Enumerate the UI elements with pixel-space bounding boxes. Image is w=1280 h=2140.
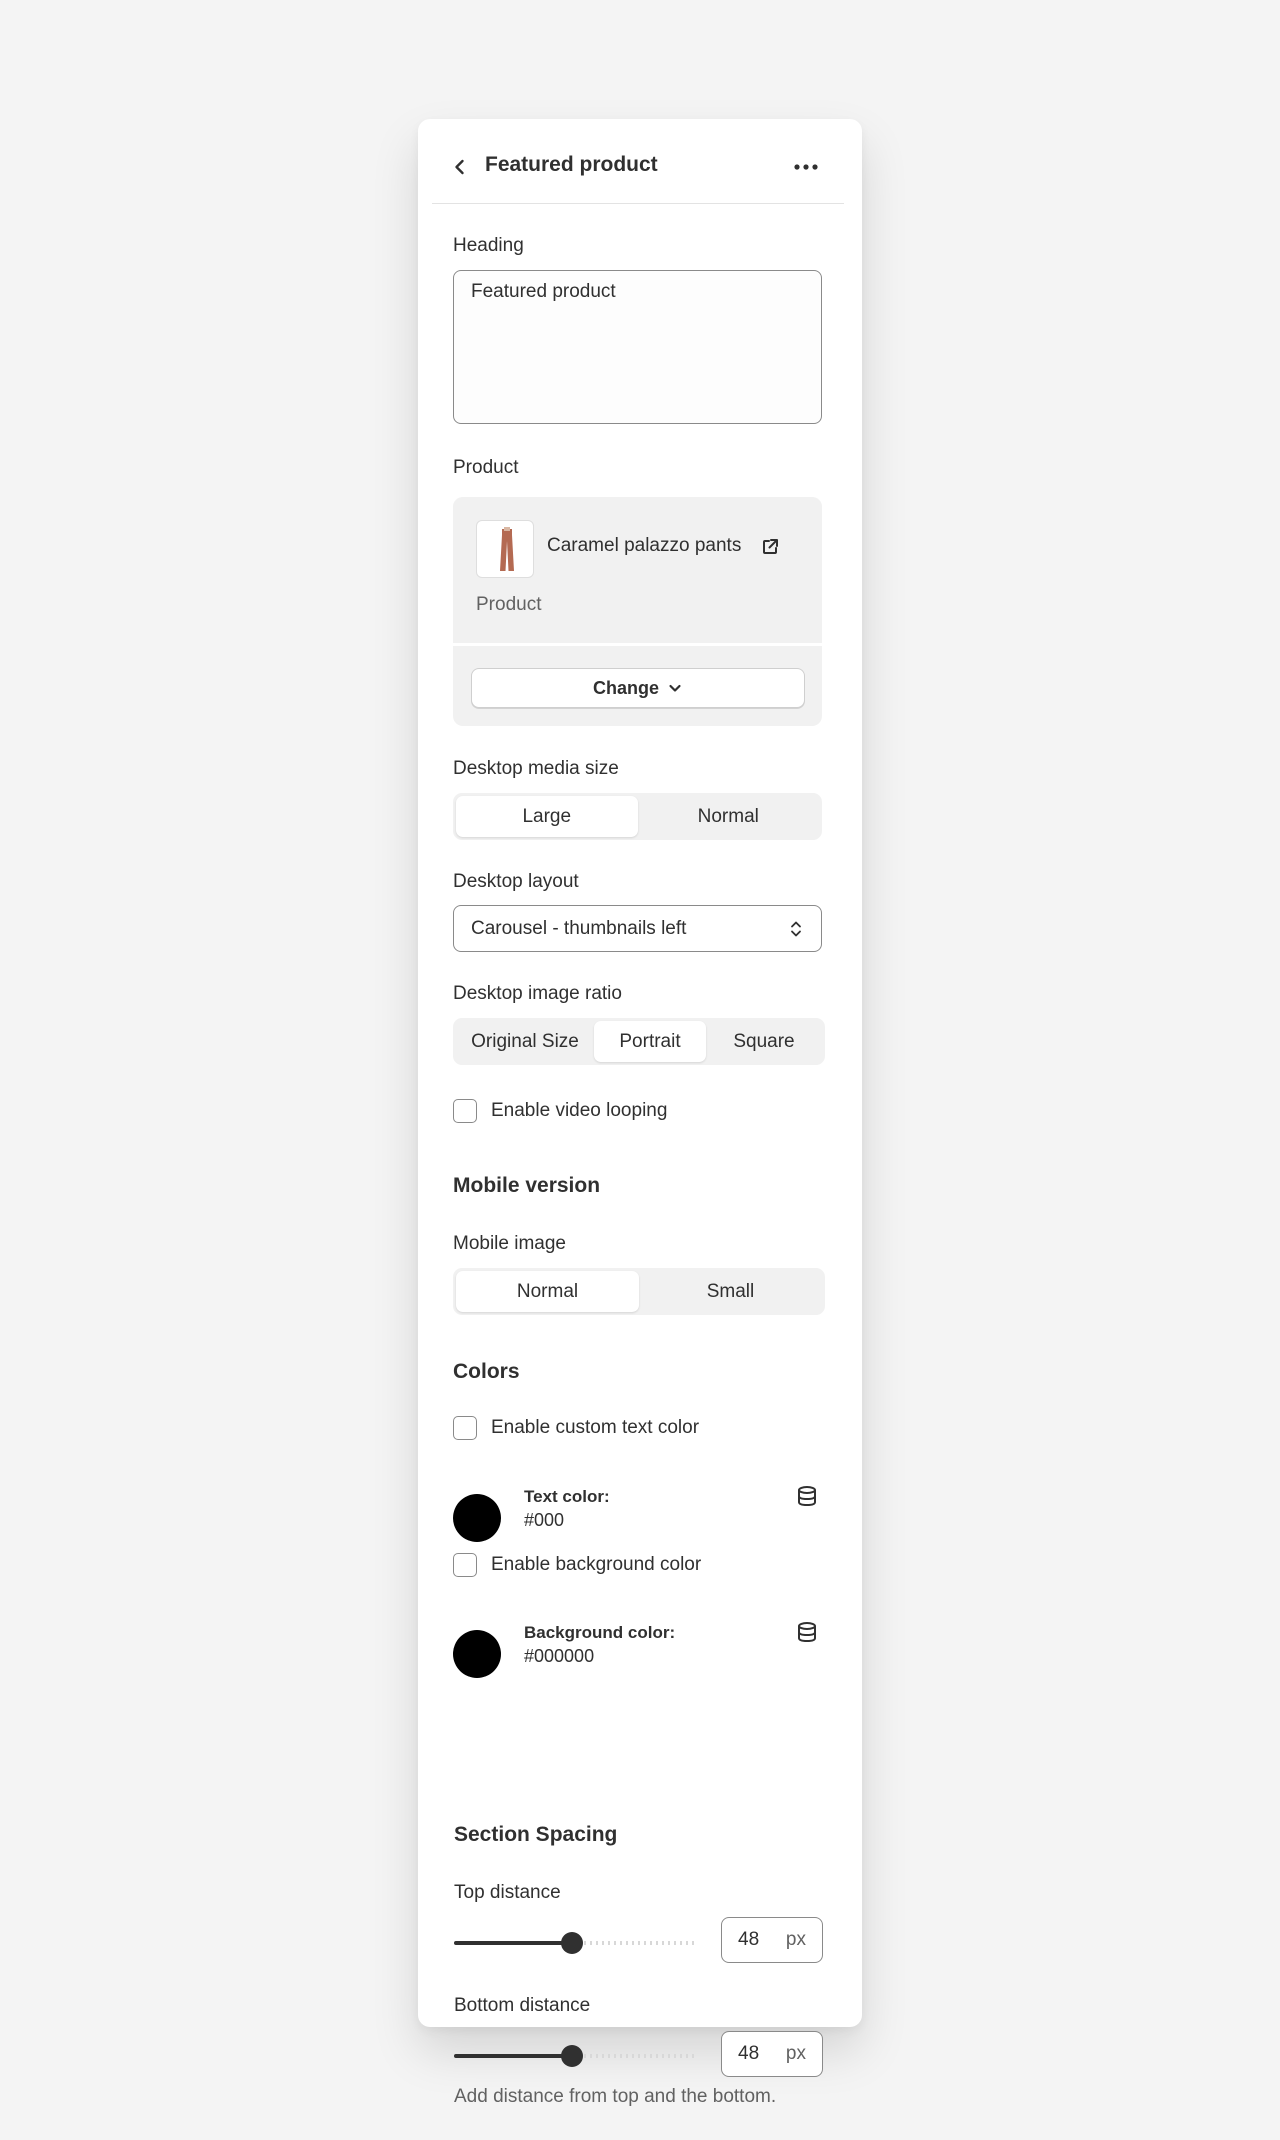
mobile-image-toggle: Normal Small — [453, 1268, 825, 1315]
product-label: Product — [453, 457, 519, 478]
slider-thumb[interactable] — [561, 2045, 583, 2067]
page-title: Featured product — [485, 153, 658, 176]
external-link-icon — [763, 539, 778, 554]
bottom-distance-label: Bottom distance — [454, 1995, 591, 2016]
desktop-image-ratio-toggle: Original Size Portrait Square — [453, 1018, 825, 1065]
bottom-distance-slider[interactable] — [454, 2045, 696, 2067]
desktop-layout-value: Carousel - thumbnails left — [471, 917, 687, 939]
background-color-value: #000000 — [524, 1646, 595, 1666]
section-spacing-title: Section Spacing — [454, 1823, 618, 1846]
desktop-media-size-label: Desktop media size — [453, 758, 619, 779]
top-distance-unit: px — [785, 1929, 806, 1950]
more-actions-button[interactable] — [790, 153, 822, 181]
chevron-down-icon — [669, 684, 681, 692]
settings-panel: Featured product Heading Featured produc… — [418, 119, 862, 2107]
header-divider — [432, 203, 844, 204]
top-distance-value: 48 — [738, 1929, 760, 1950]
ratio-original-size[interactable]: Original Size — [456, 1021, 594, 1062]
mobile-version-title: Mobile version — [453, 1174, 601, 1197]
chevron-left-icon — [455, 159, 464, 175]
product-name[interactable]: Caramel palazzo pants — [547, 535, 741, 557]
custom-text-color-checkbox[interactable] — [453, 1416, 477, 1440]
desktop-layout-label: Desktop layout — [453, 871, 579, 892]
product-type: Product — [476, 594, 542, 615]
media-size-normal[interactable]: Normal — [638, 796, 820, 837]
video-looping-checkbox[interactable] — [453, 1099, 477, 1123]
top-distance-label: Top distance — [454, 1882, 561, 1903]
top-distance-slider[interactable] — [454, 1932, 696, 1954]
background-color-checkbox[interactable] — [453, 1553, 477, 1577]
slider-rest — [572, 1941, 696, 1945]
background-color-swatch[interactable] — [453, 1630, 501, 1678]
mobile-image-label: Mobile image — [453, 1233, 566, 1254]
heading-textarea[interactable]: Featured product — [453, 270, 822, 424]
change-button-label: Change — [592, 677, 659, 698]
heading-label: Heading — [453, 235, 524, 256]
slider-rest — [572, 2054, 696, 2058]
bottom-distance-value: 48 — [738, 2043, 760, 2064]
desktop-media-size-toggle: Large Normal — [453, 793, 822, 840]
product-thumbnail — [476, 520, 534, 578]
slider-fill — [454, 1941, 572, 1945]
text-color-source-button[interactable] — [795, 1484, 819, 1508]
product-divider — [453, 643, 822, 646]
text-color-value: #000 — [524, 1510, 565, 1530]
colors-title: Colors — [453, 1360, 520, 1383]
change-product-button[interactable]: Change — [471, 668, 805, 708]
ratio-portrait[interactable]: Portrait — [594, 1021, 706, 1062]
slider-fill — [454, 2054, 572, 2058]
more-horizontal-icon — [794, 164, 818, 170]
text-color-swatch[interactable] — [453, 1494, 501, 1542]
text-color-label: Text color: — [524, 1487, 610, 1506]
desktop-layout-select[interactable]: Carousel - thumbnails left — [453, 905, 822, 952]
video-looping-label: Enable video looping — [491, 1100, 668, 1121]
spacing-help-text: Add distance from top and the bottom. — [454, 2086, 777, 2107]
bottom-distance-unit: px — [785, 2043, 806, 2064]
bottom-distance-input[interactable]: 48 px — [721, 2031, 823, 2077]
back-button[interactable] — [448, 155, 472, 179]
database-icon — [798, 1622, 816, 1643]
pants-image — [500, 527, 514, 571]
desktop-image-ratio-label: Desktop image ratio — [453, 983, 622, 1004]
background-color-label: Background color: — [524, 1623, 676, 1642]
top-distance-input[interactable]: 48 px — [721, 1917, 823, 1963]
background-color-toggle-label: Enable background color — [491, 1554, 702, 1575]
custom-text-color-label: Enable custom text color — [491, 1417, 700, 1438]
database-icon — [798, 1486, 816, 1507]
background-color-source-button[interactable] — [795, 1620, 819, 1644]
mobile-image-normal[interactable]: Normal — [456, 1271, 639, 1312]
product-external-link[interactable] — [760, 537, 780, 557]
ratio-square[interactable]: Square — [706, 1021, 822, 1062]
product-picker: Caramel palazzo pants Product Change — [453, 497, 822, 726]
select-arrows-icon — [791, 921, 801, 936]
slider-thumb[interactable] — [561, 1932, 583, 1954]
media-size-large[interactable]: Large — [456, 796, 638, 837]
mobile-image-small[interactable]: Small — [639, 1271, 822, 1312]
